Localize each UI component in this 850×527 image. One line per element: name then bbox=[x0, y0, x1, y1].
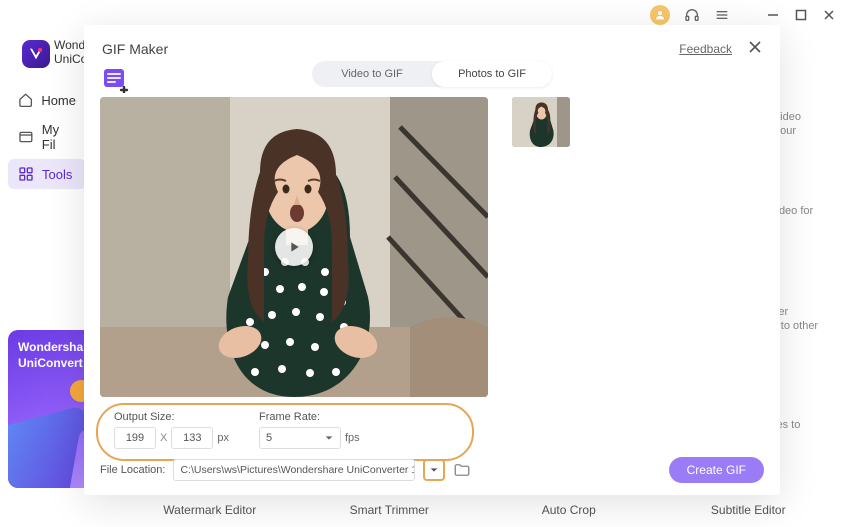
file-location-input[interactable]: C:\Users\ws\Pictures\Wondershare UniConv… bbox=[173, 459, 415, 481]
add-file-button[interactable] bbox=[102, 67, 130, 93]
output-settings-highlight: Output Size: 199 X 133 px Frame Rate: 5 … bbox=[96, 403, 474, 461]
px-unit: px bbox=[217, 432, 229, 444]
gif-maker-modal: GIF Maker Feedback Video to GIF Photos t… bbox=[84, 25, 780, 495]
menu-icon[interactable] bbox=[714, 7, 730, 23]
x-separator: X bbox=[160, 432, 167, 444]
tab-video-to-gif[interactable]: Video to GIF bbox=[312, 61, 432, 87]
output-size-label: Output Size: bbox=[114, 411, 229, 423]
fps-unit: fps bbox=[345, 432, 360, 444]
chevron-down-icon bbox=[429, 465, 439, 475]
mode-tabs: Video to GIF Photos to GIF bbox=[312, 61, 552, 87]
file-location-dropdown[interactable] bbox=[423, 459, 445, 481]
thumbnail[interactable] bbox=[512, 97, 570, 147]
create-gif-button[interactable]: Create GIF bbox=[669, 457, 764, 483]
window-close-button[interactable] bbox=[822, 8, 836, 22]
tool-subtitle-editor[interactable]: Subtitle Editor bbox=[659, 495, 839, 525]
feedback-link[interactable]: Feedback bbox=[679, 42, 732, 56]
tab-photos-to-gif[interactable]: Photos to GIF bbox=[432, 61, 552, 87]
sidebar-item-home[interactable]: Home bbox=[8, 85, 86, 115]
promo-text: WondershaUniConvert bbox=[18, 340, 83, 371]
frame-rate-select[interactable]: 5 bbox=[259, 427, 341, 449]
play-button[interactable] bbox=[275, 228, 313, 266]
sidebar-item-label: Tools bbox=[42, 167, 72, 182]
frame-rate-label: Frame Rate: bbox=[259, 411, 360, 423]
home-icon bbox=[18, 92, 33, 108]
modal-title: GIF Maker bbox=[102, 41, 168, 57]
user-avatar[interactable] bbox=[650, 5, 670, 25]
sidebar-item-tools[interactable]: Tools bbox=[8, 159, 86, 189]
sidebar-item-label: My Fil bbox=[42, 122, 76, 152]
app-logo-icon bbox=[22, 40, 50, 68]
preview-area[interactable] bbox=[100, 97, 488, 397]
window-minimize-button[interactable] bbox=[766, 8, 780, 22]
open-folder-button[interactable] bbox=[453, 461, 471, 479]
file-location-label: File Location: bbox=[100, 464, 165, 476]
tool-smart-trimmer[interactable]: Smart Trimmer bbox=[300, 495, 480, 525]
output-width-input[interactable]: 199 bbox=[114, 427, 156, 449]
headphones-icon[interactable] bbox=[684, 7, 700, 23]
close-icon[interactable] bbox=[748, 40, 762, 59]
window-maximize-button[interactable] bbox=[794, 8, 808, 22]
tool-auto-crop[interactable]: Auto Crop bbox=[479, 495, 659, 525]
tool-watermark-editor[interactable]: Watermark Editor bbox=[120, 495, 300, 525]
chevron-down-icon bbox=[324, 433, 334, 443]
tools-icon bbox=[18, 166, 34, 182]
files-icon bbox=[18, 129, 34, 145]
sidebar-item-myfiles[interactable]: My Fil bbox=[8, 115, 86, 159]
sidebar-item-label: Home bbox=[41, 93, 76, 108]
output-height-input[interactable]: 133 bbox=[171, 427, 213, 449]
